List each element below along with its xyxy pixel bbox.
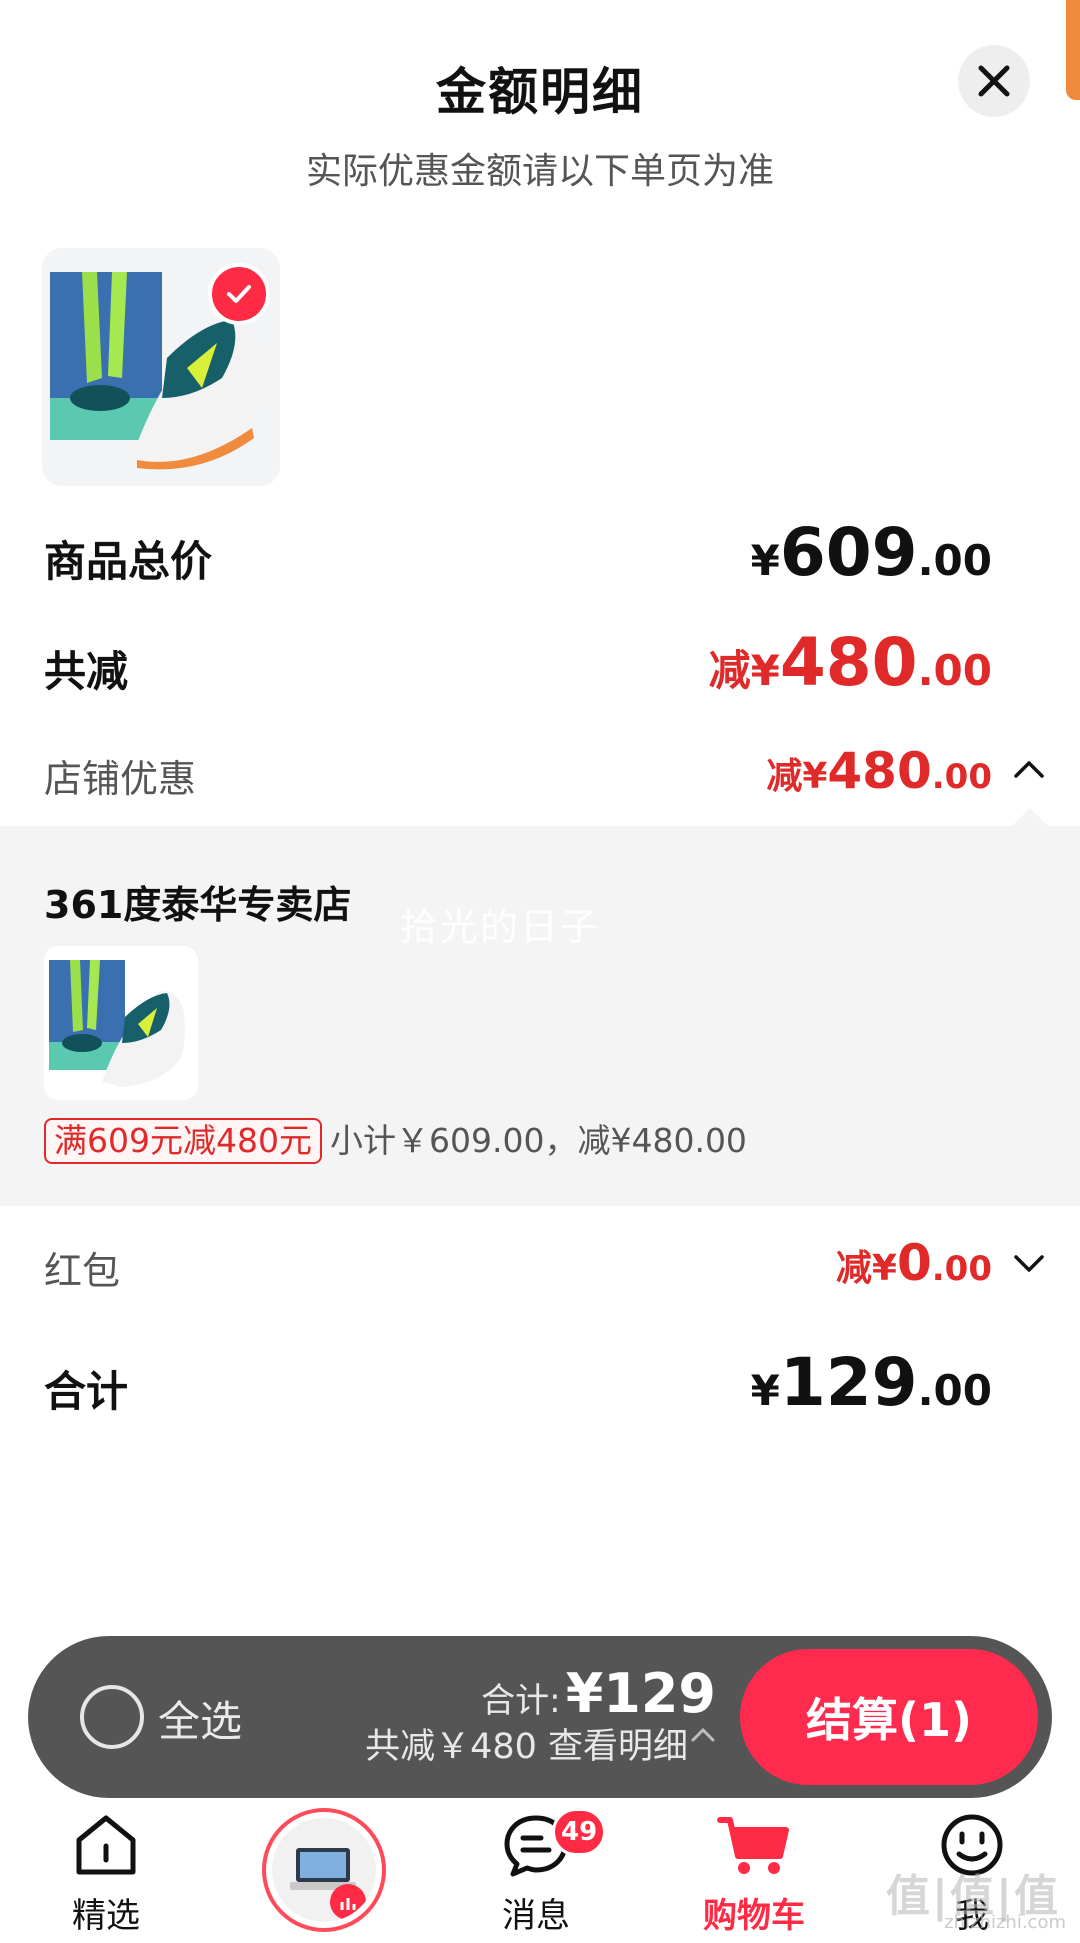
view-detail-link[interactable]: 共减￥480 查看明细 xyxy=(365,1718,688,1769)
redpacket-row[interactable]: 红包 减¥0.00 xyxy=(44,1234,1044,1294)
checkout-button[interactable]: 结算(1) xyxy=(740,1649,1038,1785)
sheet-title: 金额明细 xyxy=(436,63,644,121)
store-name: 361度泰华专卖店 xyxy=(44,883,352,927)
image-watermark: 拾光的日子 xyxy=(400,905,601,949)
total-row: 合计 ¥129.00 xyxy=(44,1344,1044,1421)
cart-total: 合计: ¥129 xyxy=(481,1662,716,1725)
store-discount-value: 减¥480.00 xyxy=(766,742,992,800)
promo-icon xyxy=(272,1818,376,1922)
store-product-image[interactable] xyxy=(44,946,198,1100)
discount-row: 共减 减¥480.00 xyxy=(44,624,1044,701)
store-discount-label: 店铺优惠 xyxy=(44,757,197,801)
close-icon xyxy=(978,65,1010,97)
amount-detail-sheet: 金额明细 实际优惠金额请以下单页为准 商品总价 ¥609.00 共减 减¥480… xyxy=(0,0,1080,1943)
tab-messages-label[interactable]: 消息 xyxy=(466,1888,606,1937)
goods-total-row: 商品总价 ¥609.00 xyxy=(44,514,1044,591)
total-label: 合计 xyxy=(44,1367,129,1416)
goods-total-label: 商品总价 xyxy=(44,537,213,586)
discount-label: 共减 xyxy=(44,647,129,696)
panel-pointer xyxy=(1012,808,1048,826)
tab-cart[interactable] xyxy=(684,1812,824,1882)
checkmark-icon xyxy=(227,285,251,303)
close-button[interactable] xyxy=(958,45,1030,117)
goods-total-value: ¥609.00 xyxy=(750,514,992,591)
tab-featured[interactable] xyxy=(36,1812,176,1882)
total-value: ¥129.00 xyxy=(750,1344,992,1421)
site-watermark-url: zhizhizhi.com xyxy=(944,1912,1066,1933)
promo-tag: 满609元减480元 xyxy=(44,1118,322,1164)
store-subtotal: 小计￥609.00，减¥480.00 xyxy=(330,1121,747,1160)
chevron-up-icon[interactable] xyxy=(690,1726,716,1744)
home-icon xyxy=(76,1815,136,1875)
redpacket-value: 减¥0.00 xyxy=(835,1234,992,1292)
tab-featured-label[interactable]: 精选 xyxy=(36,1888,176,1937)
store-discount-row[interactable]: 店铺优惠 减¥480.00 xyxy=(44,742,1044,802)
message-count-badge: 49 xyxy=(552,1808,607,1856)
shoe-image xyxy=(49,960,185,1087)
select-all-radio[interactable] xyxy=(80,1685,144,1749)
discount-value: 减¥480.00 xyxy=(708,624,992,701)
cart-icon xyxy=(717,1817,789,1874)
chevron-down-icon[interactable] xyxy=(1012,1252,1046,1274)
redpacket-label: 红包 xyxy=(44,1249,121,1293)
select-all-label[interactable]: 全选 xyxy=(158,1688,242,1749)
selected-check-icon[interactable] xyxy=(208,263,270,325)
tab-cart-label[interactable]: 购物车 xyxy=(684,1888,824,1937)
sheet-subtitle: 实际优惠金额请以下单页为准 xyxy=(305,151,774,192)
chevron-up-icon[interactable] xyxy=(1012,758,1046,780)
